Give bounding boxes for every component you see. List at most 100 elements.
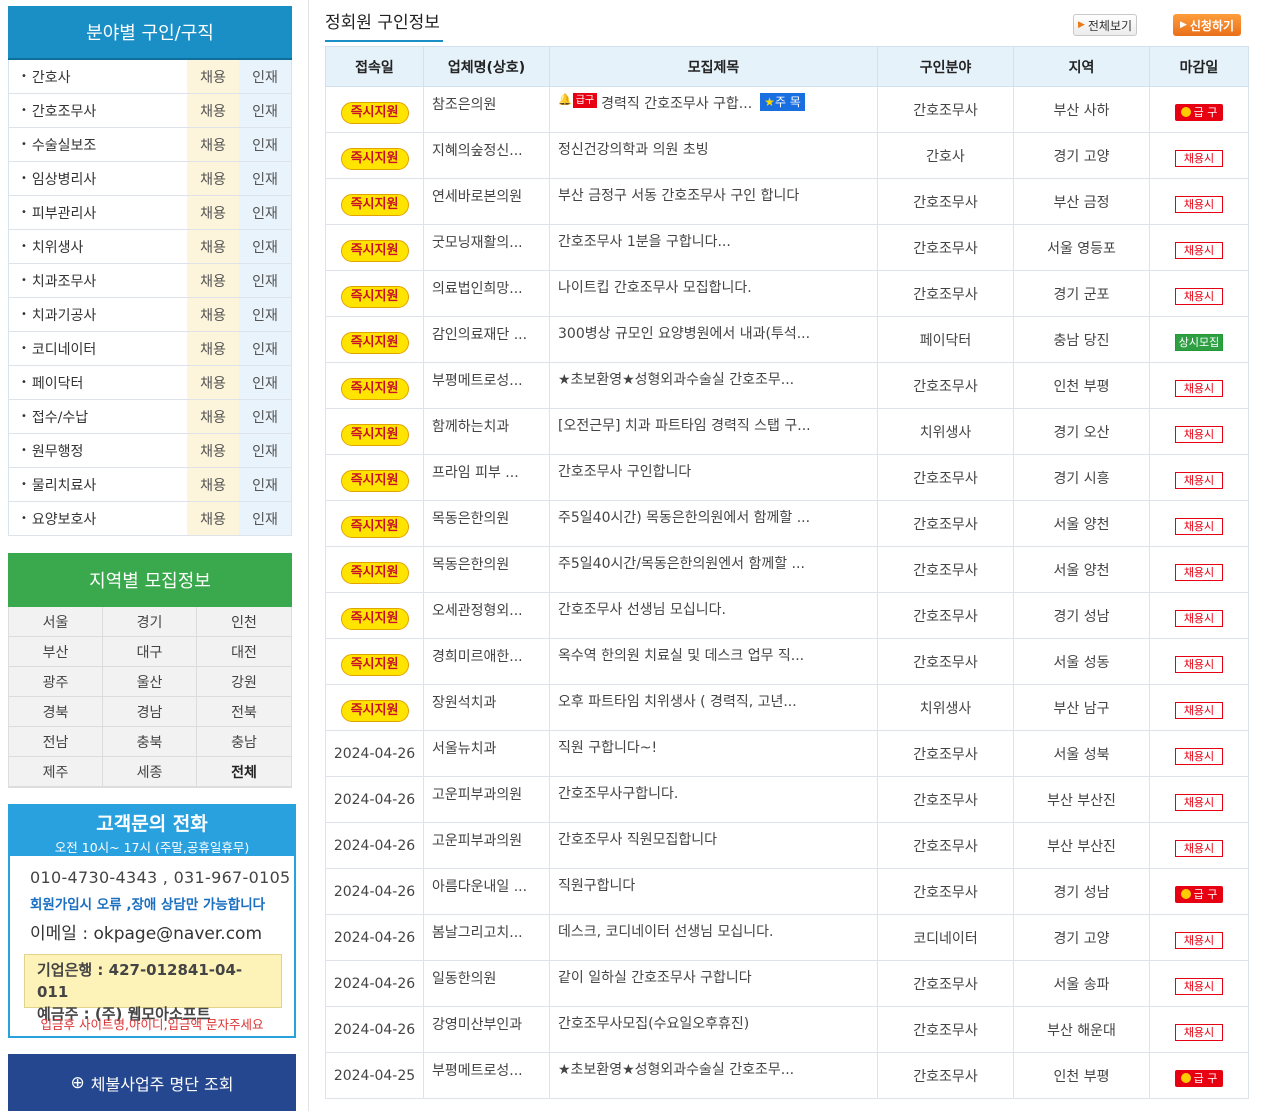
job-title-link[interactable]: 주5일40시간) 목동은한의원에서 함께할 ... [558, 507, 810, 527]
apply-now-button[interactable]: 즉시지원 [340, 699, 409, 722]
hire-button[interactable]: 채용 [187, 94, 239, 127]
job-title-link[interactable]: 300병상 규모인 요양병원에서 내과(투석... [558, 323, 810, 343]
job-title-link[interactable]: 주5일40시간/목동은한의원엔서 함께할 ... [558, 553, 805, 573]
table-row[interactable]: 2024-04-26 강영미산부인과 간호조무사모집(수요일오후휴진) 간호조무사 부산… [325, 1006, 1249, 1053]
field-name[interactable]: • 치위생사 [9, 230, 187, 263]
field-name[interactable]: • 요양보호사 [9, 502, 187, 535]
region-link[interactable]: 제주 [9, 757, 103, 787]
apply-now-button[interactable]: 즉시지원 [340, 101, 409, 124]
table-row[interactable]: 2024-04-26 봄날그리고치... 데스크, 코디네이터 선생님 모십니다. 코… [325, 914, 1249, 961]
region-link[interactable]: 경남 [103, 697, 197, 727]
seek-button[interactable]: 인재 [239, 162, 291, 195]
seek-button[interactable]: 인재 [239, 298, 291, 331]
apply-now-button[interactable]: 즉시지원 [340, 607, 409, 630]
table-row[interactable]: 즉시지원 지혜의숲정신... 정신건강의학과 의원 초빙 간호사 경기 고양 채용시 [325, 132, 1249, 179]
company-link[interactable]: 경희미르애한... [432, 646, 523, 666]
region-link[interactable]: 충남 [197, 727, 291, 757]
job-title-link[interactable]: 직원구합니다 [558, 875, 635, 895]
hire-button[interactable]: 채용 [187, 332, 239, 365]
job-title-link[interactable]: 직원 구합니다~! [558, 737, 657, 757]
hire-button[interactable]: 채용 [187, 400, 239, 433]
field-name[interactable]: • 원무행정 [9, 434, 187, 467]
seek-button[interactable]: 인재 [239, 94, 291, 127]
field-name[interactable]: • 수술실보조 [9, 128, 187, 161]
field-name[interactable]: • 치과조무사 [9, 264, 187, 297]
job-title-link[interactable]: 같이 일하실 간호조무사 구합니다 [558, 967, 752, 987]
field-name[interactable]: • 페이닥터 [9, 366, 187, 399]
region-link[interactable]: 전체 [197, 757, 291, 787]
hire-button[interactable]: 채용 [187, 162, 239, 195]
hire-button[interactable]: 채용 [187, 366, 239, 399]
job-title-link[interactable]: 간호조무사 1분을 구합니다... [558, 231, 731, 251]
job-title-link[interactable]: ★초보환영★성형외과수술실 간호조무... [558, 369, 794, 389]
hire-button[interactable]: 채용 [187, 196, 239, 229]
hire-button[interactable]: 채용 [187, 298, 239, 331]
job-title-link[interactable]: 간호조무사 선생님 모십니다. [558, 599, 726, 619]
company-link[interactable]: 강영미산부인과 [432, 1014, 522, 1034]
region-link[interactable]: 세종 [103, 757, 197, 787]
region-link[interactable]: 강원 [197, 667, 291, 697]
company-link[interactable]: 목동은한의원 [432, 508, 509, 528]
apply-now-button[interactable]: 즉시지원 [340, 561, 409, 584]
table-row[interactable]: 2024-04-26 고운피부과의원 간호조무사구합니다. 간호조무사 부산 부산진 채용… [325, 776, 1249, 823]
field-name[interactable]: • 피부관리사 [9, 196, 187, 229]
table-row[interactable]: 즉시지원 오세관정형외... 간호조무사 선생님 모십니다. 간호조무사 경기 성남 채용… [325, 592, 1249, 639]
region-link[interactable]: 경북 [9, 697, 103, 727]
hire-button[interactable]: 채용 [187, 128, 239, 161]
seek-button[interactable]: 인재 [239, 60, 291, 93]
table-row[interactable]: 즉시지원 감인의료재단 ... 300병상 규모인 요양병원에서 내과(투석... 페… [325, 316, 1249, 363]
table-row[interactable]: 2024-04-26 서울뉴치과 직원 구합니다~! 간호조무사 서울 성북 채용시 [325, 730, 1249, 777]
blacklist-search-button[interactable]: ⊕ 체불사업주 명단 조회 [8, 1054, 296, 1111]
job-title-link[interactable]: 경력직 간호조무사 구합... [601, 93, 752, 113]
apply-now-button[interactable]: 즉시지원 [340, 653, 409, 676]
region-link[interactable]: 대구 [103, 637, 197, 667]
seek-button[interactable]: 인재 [239, 366, 291, 399]
region-link[interactable]: 광주 [9, 667, 103, 697]
hire-button[interactable]: 채용 [187, 434, 239, 467]
seek-button[interactable]: 인재 [239, 434, 291, 467]
company-link[interactable]: 프라임 피부 ... [432, 462, 519, 482]
company-link[interactable]: 아름다운내일 ... [432, 876, 527, 896]
table-row[interactable]: 2024-04-26 일동한의원 같이 일하실 간호조무사 구합니다 간호조무사 서울 … [325, 960, 1249, 1007]
company-link[interactable]: 참조은의원 [432, 94, 496, 114]
company-link[interactable]: 일동한의원 [432, 968, 496, 988]
table-row[interactable]: 즉시지원 연세바로본의원 부산 금정구 서동 간호조무사 구인 합니다 간호조무사 부산… [325, 178, 1249, 225]
apply-now-button[interactable]: 즉시지원 [340, 239, 409, 262]
company-link[interactable]: 지혜의숲정신... [432, 140, 523, 160]
company-link[interactable]: 연세바로본의원 [432, 186, 522, 206]
hire-button[interactable]: 채용 [187, 264, 239, 297]
company-link[interactable]: 고운피부과의원 [432, 784, 522, 804]
table-row[interactable]: 즉시지원 의료법인희망... 나이트킵 간호조무사 모집합니다. 간호조무사 경기 군포… [325, 270, 1249, 317]
company-link[interactable]: 굿모닝재활의... [432, 232, 523, 252]
apply-now-button[interactable]: 즉시지원 [340, 515, 409, 538]
job-title-link[interactable]: 오후 파트타임 치위생사 ( 경력직, 고년... [558, 691, 797, 711]
apply-now-button[interactable]: 즉시지원 [340, 331, 409, 354]
seek-button[interactable]: 인재 [239, 332, 291, 365]
region-link[interactable]: 울산 [103, 667, 197, 697]
table-row[interactable]: 즉시지원 경희미르애한... 옥수역 한의원 치료실 및 데스크 업무 직... 간호… [325, 638, 1249, 685]
seek-button[interactable]: 인재 [239, 196, 291, 229]
company-link[interactable]: 서울뉴치과 [432, 738, 496, 758]
hire-button[interactable]: 채용 [187, 468, 239, 501]
table-row[interactable]: 즉시지원 참조은의원 🔔 급구 경력직 간호조무사 구합... ★주 목 간호조무사 부산 사… [325, 86, 1249, 133]
job-title-link[interactable]: 간호조무사모집(수요일오후휴진) [558, 1013, 749, 1033]
region-link[interactable]: 경기 [103, 607, 197, 637]
region-link[interactable]: 대전 [197, 637, 291, 667]
apply-now-button[interactable]: 즉시지원 [340, 193, 409, 216]
hire-button[interactable]: 채용 [187, 230, 239, 263]
view-all-button[interactable]: ▶ 전체보기 [1073, 14, 1137, 36]
table-row[interactable]: 즉시지원 굿모닝재활의... 간호조무사 1분을 구합니다... 간호조무사 서울 영등… [325, 224, 1249, 271]
apply-now-button[interactable]: 즉시지원 [340, 423, 409, 446]
seek-button[interactable]: 인재 [239, 468, 291, 501]
region-link[interactable]: 서울 [9, 607, 103, 637]
table-row[interactable]: 2024-04-25 부평메트로성... ★초보환영★성형외과수술실 간호조무...… [325, 1052, 1249, 1099]
table-row[interactable]: 즉시지원 장원석치과 오후 파트타임 치위생사 ( 경력직, 고년... 치위생사 부산… [325, 684, 1249, 731]
table-row[interactable]: 즉시지원 프라임 피부 ... 간호조무사 구인합니다 간호조무사 경기 시흥 채용시 [325, 454, 1249, 501]
table-row[interactable]: 즉시지원 목동은한의원 주5일40시간/목동은한의원엔서 함께할 ... 간호조무사 서… [325, 546, 1249, 593]
job-title-link[interactable]: 간호조무사 구인합니다 [558, 461, 691, 481]
apply-now-button[interactable]: 즉시지원 [340, 377, 409, 400]
job-title-link[interactable]: 나이트킵 간호조무사 모집합니다. [558, 277, 752, 297]
region-link[interactable]: 부산 [9, 637, 103, 667]
company-link[interactable]: 목동은한의원 [432, 554, 509, 574]
company-link[interactable]: 부평메트로성... [432, 1060, 523, 1080]
